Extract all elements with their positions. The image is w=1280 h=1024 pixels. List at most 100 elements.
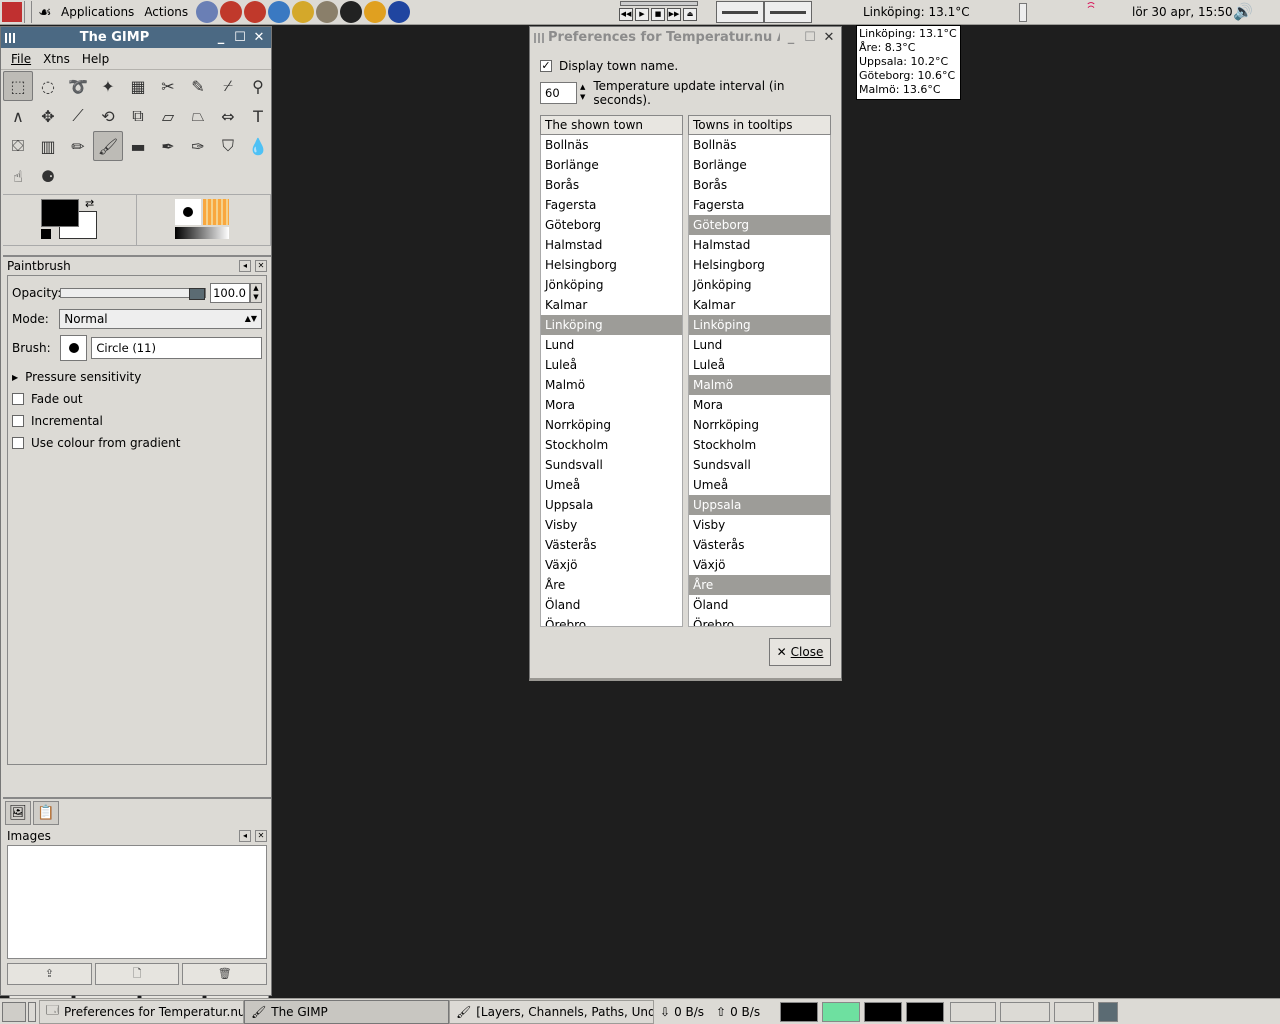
interval-input[interactable]: 60 bbox=[540, 82, 578, 104]
scissors-icon[interactable]: ✂ bbox=[153, 71, 183, 101]
next-icon[interactable]: ▶▶ bbox=[667, 8, 681, 21]
list-item[interactable]: Visby bbox=[689, 515, 830, 535]
blur-icon[interactable]: 💧 bbox=[243, 131, 273, 161]
list-item[interactable]: Stockholm bbox=[689, 435, 830, 455]
list-item[interactable]: Umeå bbox=[541, 475, 682, 495]
option-checkbox-row[interactable]: Use colour from gradient bbox=[12, 432, 262, 454]
list-item[interactable]: Åre bbox=[541, 575, 682, 595]
dock-menu-icon[interactable]: ◂ bbox=[239, 830, 251, 842]
list-item[interactable]: Lund bbox=[689, 335, 830, 355]
flip-icon[interactable]: ⇔ bbox=[213, 101, 243, 131]
ellipse-select-icon[interactable]: ◌ bbox=[33, 71, 63, 101]
pressure-expander[interactable]: ▶ Pressure sensitivity bbox=[12, 366, 262, 388]
list-item[interactable]: Lund bbox=[541, 335, 682, 355]
list-item[interactable]: Sundsvall bbox=[689, 455, 830, 475]
tooltip-town-header[interactable]: Towns in tooltips bbox=[688, 115, 831, 135]
list-item[interactable]: Göteborg bbox=[689, 215, 830, 235]
active-brush-preview[interactable] bbox=[175, 199, 201, 225]
checkbox[interactable] bbox=[12, 393, 24, 405]
list-item[interactable]: Mora bbox=[541, 395, 682, 415]
rotate-icon[interactable]: ⟲ bbox=[93, 101, 123, 131]
list-item[interactable]: Bollnäs bbox=[541, 135, 682, 155]
clone-icon[interactable]: ⛉ bbox=[213, 131, 243, 161]
interval-spin-arrows[interactable]: ▲ ▼ bbox=[577, 82, 588, 104]
workspace-1[interactable] bbox=[780, 1001, 819, 1022]
volume-slider-2[interactable] bbox=[764, 1, 812, 23]
delete-image-icon[interactable]: 🗑 bbox=[182, 963, 268, 985]
list-item[interactable]: Västerås bbox=[541, 535, 682, 555]
opacity-input[interactable]: 100.0 bbox=[210, 283, 250, 303]
checkbox[interactable] bbox=[12, 437, 24, 449]
logout-icon[interactable] bbox=[2, 2, 22, 22]
gradient-icon[interactable]: ▥ bbox=[33, 131, 63, 161]
ink-icon[interactable]: ✑ bbox=[183, 131, 213, 161]
minimize-icon[interactable]: _ bbox=[783, 30, 799, 46]
net-download[interactable]: ⇩ 0 B/s bbox=[654, 1005, 710, 1019]
move-icon[interactable]: ✥ bbox=[33, 101, 63, 131]
dodge-burn-icon[interactable]: ⚈ bbox=[33, 161, 63, 191]
tray-meter[interactable] bbox=[1098, 1001, 1119, 1022]
default-colors-icon[interactable] bbox=[41, 229, 51, 239]
raise-image-icon[interactable]: ⇪ bbox=[7, 963, 92, 985]
close-icon[interactable]: ✕ bbox=[251, 30, 267, 46]
list-item[interactable]: Fagersta bbox=[689, 195, 830, 215]
list-item[interactable]: Åre bbox=[689, 575, 830, 595]
list-item[interactable]: Öland bbox=[689, 595, 830, 615]
show-desktop-icon[interactable] bbox=[2, 1001, 26, 1022]
brush-button[interactable] bbox=[59, 335, 88, 361]
active-pattern-preview[interactable] bbox=[203, 199, 229, 225]
list-item[interactable]: Örebro bbox=[541, 615, 682, 626]
images-tab-icon[interactable]: 🖼 bbox=[5, 801, 31, 825]
list-item[interactable]: Borås bbox=[541, 175, 682, 195]
list-item[interactable]: Linköping bbox=[689, 315, 830, 335]
option-checkbox-row[interactable]: Fade out bbox=[12, 388, 262, 410]
maximize-icon[interactable]: ☐ bbox=[232, 30, 248, 46]
list-item[interactable]: Halmstad bbox=[689, 235, 830, 255]
paintbrush-icon[interactable]: 🖌 bbox=[93, 131, 123, 161]
workspace-4[interactable] bbox=[906, 1001, 945, 1022]
close-icon[interactable]: ✕ bbox=[821, 30, 837, 46]
list-item[interactable]: Norrköping bbox=[689, 415, 830, 435]
zoom-icon[interactable]: ⚲ bbox=[243, 71, 273, 101]
opacity-spin-arrows[interactable]: ▲ ▼ bbox=[250, 283, 262, 303]
mode-select[interactable]: Normal ▲▼ bbox=[59, 309, 262, 329]
images-list[interactable] bbox=[7, 845, 267, 959]
list-item[interactable]: Halmstad bbox=[541, 235, 682, 255]
menu-actions[interactable]: Actions bbox=[139, 5, 193, 19]
list-item[interactable]: Växjö bbox=[689, 555, 830, 575]
foreground-color[interactable] bbox=[41, 199, 79, 227]
list-item[interactable]: Kalmar bbox=[689, 295, 830, 315]
color-picker-icon[interactable]: ⌿ bbox=[213, 71, 243, 101]
display-town-checkbox[interactable]: ✓ Display town name. bbox=[540, 56, 831, 76]
separator-handle-icon[interactable] bbox=[24, 1, 32, 23]
swap-colors-icon[interactable]: ⇄ bbox=[85, 197, 94, 210]
brush-name-field[interactable]: Circle (11) bbox=[91, 337, 262, 359]
alarm-clock-icon[interactable] bbox=[220, 1, 243, 23]
active-gradient-preview[interactable] bbox=[175, 227, 229, 239]
new-display-icon[interactable]: 🗋 bbox=[94, 963, 180, 985]
list-item[interactable]: Luleå bbox=[689, 355, 830, 375]
dock-close-icon[interactable]: ✕ bbox=[255, 830, 267, 842]
list-item[interactable]: Fagersta bbox=[541, 195, 682, 215]
menu-file[interactable]: File bbox=[5, 52, 37, 66]
checkmark-icon[interactable]: ✓ bbox=[540, 60, 552, 72]
bird-icon[interactable] bbox=[388, 1, 411, 23]
list-item[interactable]: Växjö bbox=[541, 555, 682, 575]
shown-town-header[interactable]: The shown town bbox=[540, 115, 683, 135]
list-item[interactable]: Helsingborg bbox=[541, 255, 682, 275]
list-item[interactable]: Borås bbox=[689, 175, 830, 195]
text-icon[interactable]: T bbox=[243, 101, 273, 131]
list-item[interactable]: Uppsala bbox=[541, 495, 682, 515]
list-item[interactable]: Öland bbox=[541, 595, 682, 615]
workspace-3[interactable] bbox=[864, 1001, 903, 1022]
list-item[interactable]: Jönköping bbox=[689, 275, 830, 295]
gimp-titlebar[interactable]: The GIMP _ ☐ ✕ bbox=[1, 27, 271, 48]
list-item[interactable]: Uppsala bbox=[689, 495, 830, 515]
play-icon[interactable]: ▶ bbox=[635, 8, 649, 21]
bucket-fill-icon[interactable]: ⛋ bbox=[3, 131, 33, 161]
volume-slider-1[interactable] bbox=[716, 1, 764, 23]
previous-icon[interactable]: ◀◀ bbox=[619, 8, 633, 21]
window-menu-icon[interactable] bbox=[5, 32, 15, 43]
clipboard-tab-icon[interactable]: 📋 bbox=[33, 801, 59, 825]
panel-handle[interactable] bbox=[1019, 3, 1027, 22]
